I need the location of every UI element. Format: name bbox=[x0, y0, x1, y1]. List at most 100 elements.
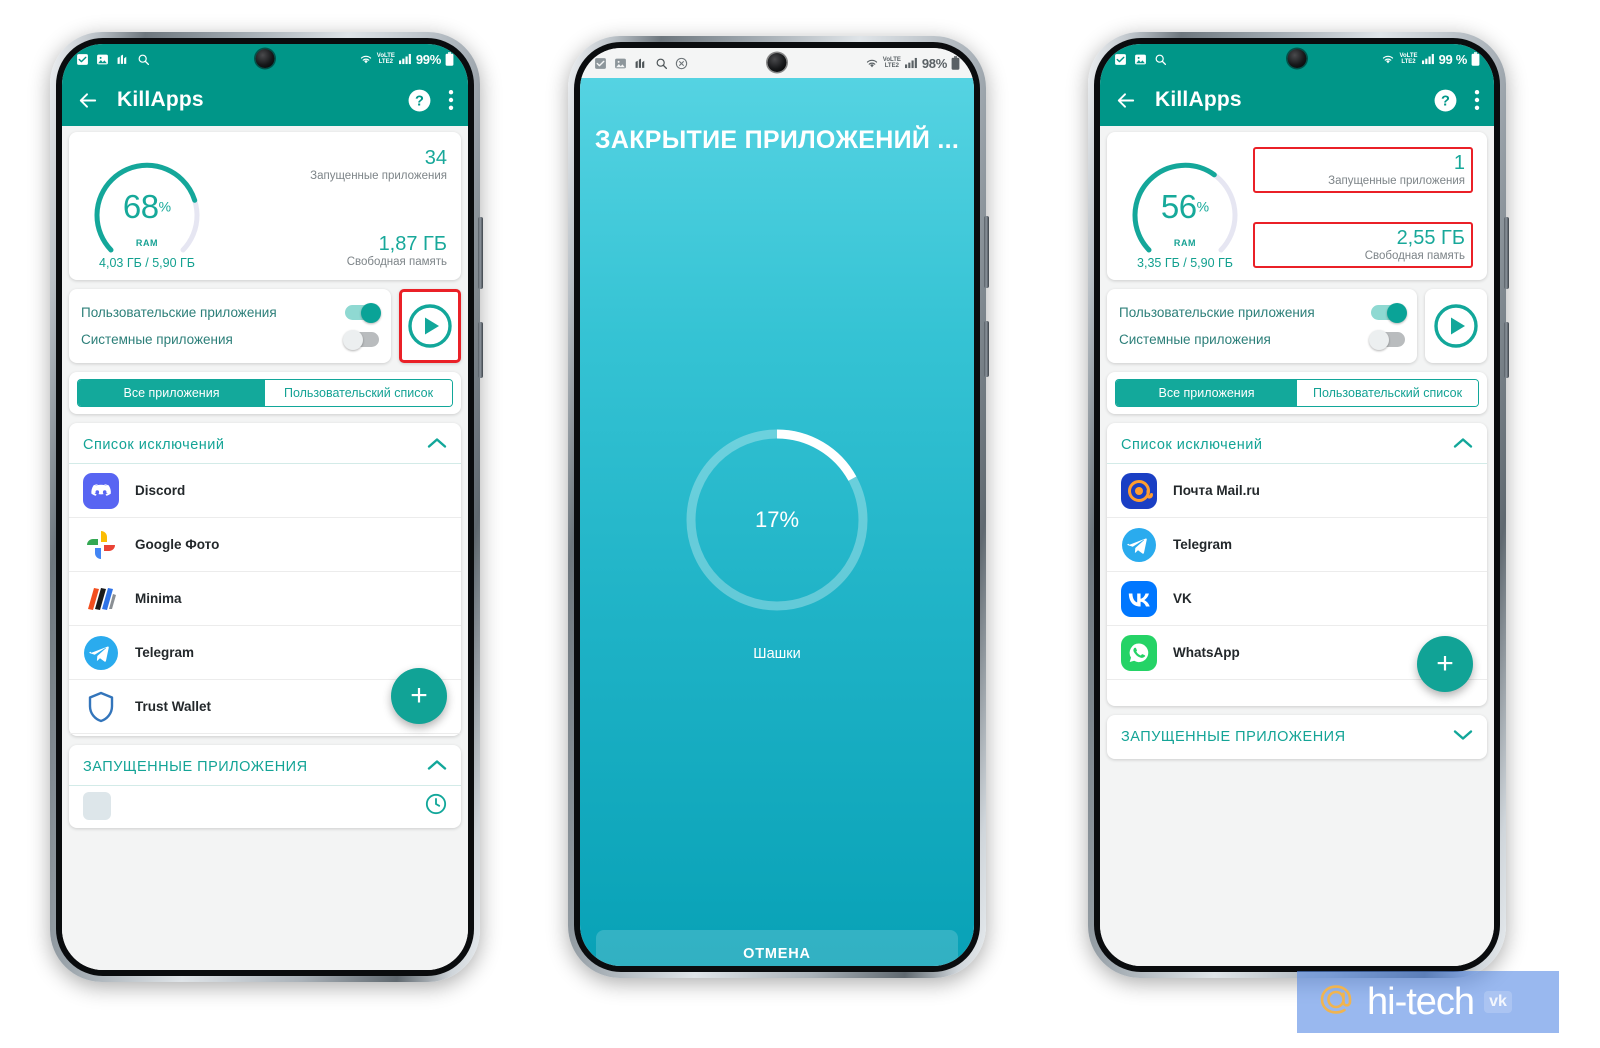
add-app-fab[interactable]: + bbox=[391, 668, 447, 724]
power-button[interactable] bbox=[1504, 322, 1509, 378]
user-apps-label: Пользовательские приложения bbox=[1119, 305, 1315, 320]
volte-indicator: VoLTE LTE2 bbox=[882, 57, 901, 69]
list-item-label: WhatsApp bbox=[1173, 645, 1240, 660]
telegram-icon bbox=[83, 635, 119, 671]
overflow-menu-icon[interactable] bbox=[448, 89, 454, 111]
user-apps-label: Пользовательские приложения bbox=[81, 305, 277, 320]
cancel-button[interactable]: ОТМЕНА bbox=[596, 930, 958, 966]
list-item[interactable]: VK bbox=[1107, 572, 1487, 626]
kill-apps-play-button[interactable] bbox=[399, 289, 461, 363]
list-item[interactable]: Discord bbox=[69, 464, 461, 518]
list-mode-segmented[interactable]: Все приложения Пользовательский список bbox=[77, 379, 453, 407]
list-item-label: Telegram bbox=[135, 645, 195, 660]
power-button[interactable] bbox=[478, 322, 483, 378]
vk-logo-icon: vk bbox=[1484, 991, 1512, 1013]
progress-area: 17% Шашки bbox=[580, 155, 974, 930]
ram-percent: 56% bbox=[1160, 188, 1210, 225]
ram-summary-card: 68% RAM 4,03 ГБ / 5,90 ГБ 34 Запущенные … bbox=[69, 132, 461, 280]
signal-bars-icon bbox=[398, 53, 412, 65]
battery-icon bbox=[951, 56, 960, 70]
list-item-label: Discord bbox=[135, 483, 186, 498]
user-apps-toggle-row[interactable]: Пользовательские приложения bbox=[1119, 299, 1407, 326]
list-item[interactable]: Telegram bbox=[1107, 518, 1487, 572]
exclusion-list-header[interactable]: Список исключений bbox=[1107, 423, 1487, 464]
system-apps-switch[interactable] bbox=[1369, 329, 1405, 350]
tab-all-apps[interactable]: Все приложения bbox=[78, 380, 265, 406]
free-memory-value: 2,55 ГБ bbox=[1396, 227, 1465, 249]
chart-icon bbox=[116, 53, 130, 66]
vk-icon bbox=[1121, 580, 1157, 617]
add-app-fab[interactable]: + bbox=[1417, 636, 1473, 692]
image-icon bbox=[96, 53, 109, 66]
chevron-up-icon[interactable] bbox=[1453, 436, 1473, 454]
camera-punch-hole bbox=[1287, 49, 1307, 68]
killing-apps-screen: ЗАКРЫТИЕ ПРИЛОЖЕНИЙ ... 17% Шашки ОТМЕНА bbox=[580, 78, 974, 966]
cancel-circle-icon bbox=[675, 57, 688, 70]
tab-custom-list[interactable]: Пользовательский список bbox=[1297, 380, 1478, 406]
filter-toggles-card: Пользовательские приложения Системные пр… bbox=[1107, 289, 1417, 363]
chevron-down-icon[interactable] bbox=[1453, 728, 1473, 746]
kill-apps-play-button[interactable] bbox=[1425, 289, 1487, 363]
exclusion-list-header[interactable]: Список исключений bbox=[69, 423, 461, 464]
volume-button[interactable] bbox=[478, 217, 483, 289]
overflow-menu-icon[interactable] bbox=[1474, 89, 1480, 111]
running-apps-header[interactable]: Запущенные приложения bbox=[69, 745, 461, 786]
image-icon bbox=[1134, 53, 1147, 66]
exclusion-list-card: Список исключений Почта Mail.ru Telegram… bbox=[1107, 423, 1487, 706]
exclusion-list-card: Список исключений Discord Google Фото Mi… bbox=[69, 423, 461, 736]
volume-button[interactable] bbox=[984, 216, 989, 288]
checkbox-icon bbox=[76, 53, 89, 66]
killing-title: ЗАКРЫТИЕ ПРИЛОЖЕНИЙ ... bbox=[594, 126, 960, 154]
ram-label: RAM bbox=[135, 238, 159, 248]
battery-percent: 98% bbox=[921, 55, 947, 71]
list-item[interactable]: Почта Mail.ru bbox=[1107, 464, 1487, 518]
free-memory-value: 1,87 ГБ bbox=[378, 233, 447, 255]
content-scroll[interactable]: 68% RAM 4,03 ГБ / 5,90 ГБ 34 Запущенные … bbox=[62, 126, 468, 970]
battery-icon bbox=[1471, 52, 1480, 66]
help-icon[interactable]: ? bbox=[407, 88, 432, 113]
svg-text:?: ? bbox=[415, 93, 424, 109]
play-circle-icon bbox=[1434, 304, 1478, 348]
list-item[interactable]: Telegram bbox=[69, 626, 461, 680]
running-apps-title: Запущенные приложения bbox=[1121, 729, 1346, 745]
chevron-up-icon[interactable] bbox=[427, 758, 447, 776]
user-apps-switch[interactable] bbox=[345, 302, 381, 323]
list-mode-segmented[interactable]: Все приложения Пользовательский список bbox=[1115, 379, 1479, 407]
camera-punch-hole bbox=[255, 49, 275, 68]
list-item[interactable]: Google Фото bbox=[69, 518, 461, 572]
back-arrow-icon[interactable] bbox=[1114, 89, 1137, 112]
running-apps-label: Запущенные приложения bbox=[310, 170, 447, 182]
search-icon bbox=[1154, 53, 1167, 66]
user-apps-switch[interactable] bbox=[1371, 302, 1407, 323]
list-item[interactable] bbox=[69, 786, 461, 826]
status-bar: VoLTE LTE2 98% bbox=[580, 48, 974, 78]
battery-percent: 99% bbox=[415, 51, 441, 67]
volume-button[interactable] bbox=[1504, 217, 1509, 289]
system-apps-toggle-row[interactable]: Системные приложения bbox=[81, 326, 379, 353]
back-arrow-icon[interactable] bbox=[76, 89, 99, 112]
list-item[interactable]: Minima bbox=[69, 572, 461, 626]
ram-summary-card: 56% RAM 3,35 ГБ / 5,90 ГБ 1 Запущенные п… bbox=[1107, 132, 1487, 280]
battery-percent: 99 % bbox=[1438, 51, 1468, 67]
image-icon bbox=[614, 57, 627, 70]
tab-all-apps[interactable]: Все приложения bbox=[1116, 380, 1297, 406]
search-icon bbox=[655, 57, 668, 70]
checkbox-icon bbox=[594, 57, 607, 70]
system-apps-toggle-row[interactable]: Системные приложения bbox=[1119, 326, 1405, 353]
help-icon[interactable]: ? bbox=[1433, 88, 1458, 113]
tab-custom-list[interactable]: Пользовательский список bbox=[265, 380, 452, 406]
clock-icon bbox=[425, 793, 447, 820]
content-scroll[interactable]: 56% RAM 3,35 ГБ / 5,90 ГБ 1 Запущенные п… bbox=[1100, 126, 1494, 966]
running-apps-label: Запущенные приложения bbox=[1328, 175, 1465, 187]
free-memory-label: Свободная память bbox=[1364, 250, 1465, 262]
filter-toggles-row: Пользовательские приложения Системные пр… bbox=[69, 289, 461, 363]
volte-indicator: VoLTE LTE2 bbox=[376, 53, 395, 65]
chevron-up-icon[interactable] bbox=[427, 436, 447, 454]
wifi-icon bbox=[865, 57, 879, 69]
power-button[interactable] bbox=[984, 321, 989, 377]
running-apps-card[interactable]: Запущенные приложения bbox=[1107, 715, 1487, 759]
phone-center: VoLTE LTE2 98% ЗАКРЫТИЕ ПРИЛОЖЕНИЙ ... 17… bbox=[568, 36, 989, 978]
free-memory-stat: 1,87 ГБ Свободная память bbox=[215, 233, 447, 268]
user-apps-toggle-row[interactable]: Пользовательские приложения bbox=[81, 299, 381, 326]
system-apps-switch[interactable] bbox=[343, 329, 379, 350]
